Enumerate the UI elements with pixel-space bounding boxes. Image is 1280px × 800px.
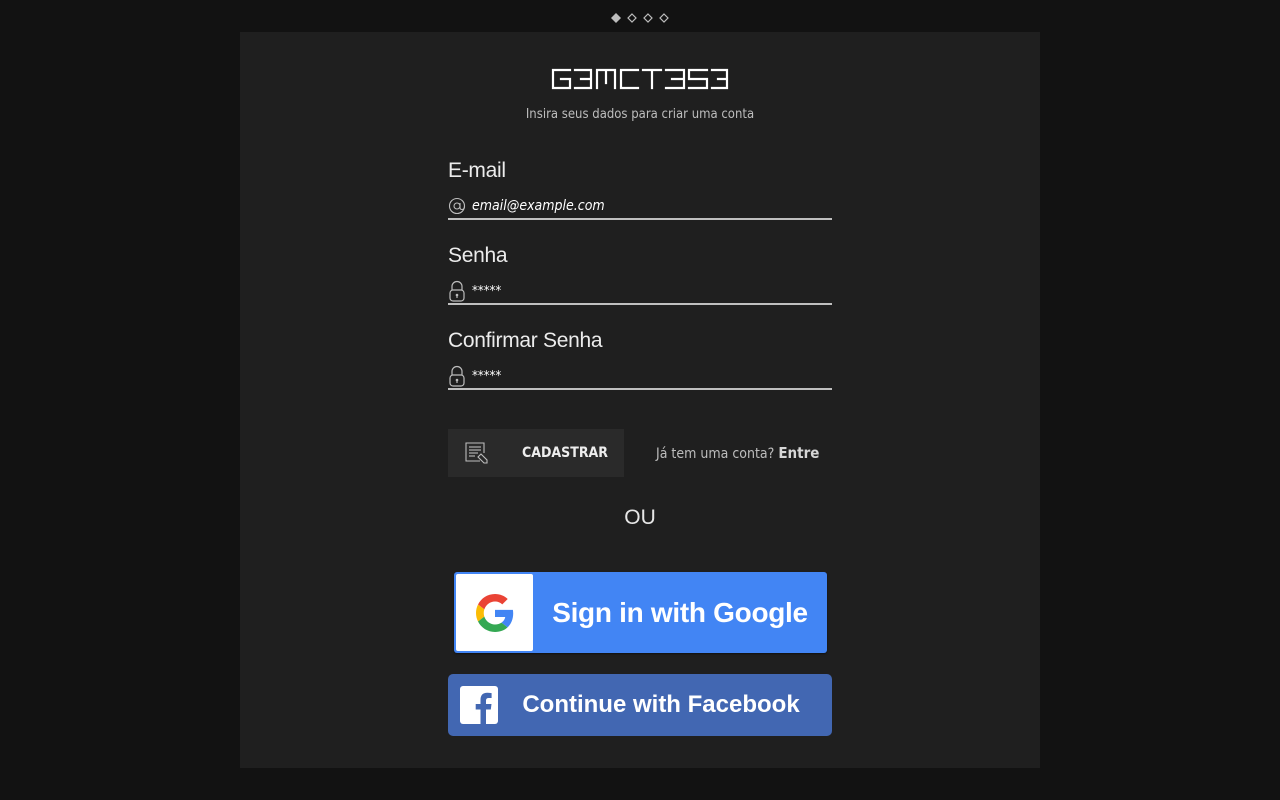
email-field-group: E-mail email@example.com (448, 156, 832, 220)
facebook-logo-icon (460, 686, 498, 724)
page-indicator (0, 12, 1280, 24)
brand-logo (240, 67, 1040, 91)
password-value: ***** (472, 283, 502, 299)
google-signin-label: Sign in with Google (552, 596, 808, 628)
lock-icon (448, 365, 466, 387)
facebook-continue-label: Continue with Facebook (522, 691, 800, 718)
confirm-password-value: ***** (472, 368, 502, 384)
register-button[interactable]: CADASTRAR (448, 429, 624, 477)
confirm-password-field-group: Confirmar Senha ***** (448, 326, 832, 390)
lock-icon (448, 280, 466, 302)
password-field-group: Senha ***** (448, 241, 832, 305)
page-subtitle: Insira seus dados para criar uma conta (525, 107, 755, 122)
email-field[interactable]: email@example.com (448, 194, 832, 220)
page-dot[interactable] (658, 12, 670, 24)
password-field[interactable]: ***** (448, 279, 832, 305)
password-label: Senha (448, 244, 508, 267)
page-dot-active[interactable] (610, 12, 622, 24)
document-edit-icon (465, 442, 488, 464)
confirm-password-field[interactable]: ***** (448, 364, 832, 390)
login-prompt: Já tem uma conta? Entre (656, 441, 819, 465)
email-value: email@example.com (472, 198, 605, 214)
login-link[interactable]: Entre (778, 444, 819, 462)
page-dot[interactable] (626, 12, 638, 24)
signup-card: Insira seus dados para criar uma conta E… (240, 32, 1040, 768)
at-icon (448, 195, 466, 217)
login-prompt-text: Já tem uma conta? (656, 446, 775, 462)
google-logo-icon (456, 574, 533, 651)
or-separator: OU (624, 506, 656, 529)
google-signin-button[interactable]: Sign in with Google (454, 572, 827, 653)
email-label: E-mail (448, 159, 506, 182)
confirm-password-label: Confirmar Senha (448, 329, 603, 352)
page-dot[interactable] (642, 12, 654, 24)
facebook-continue-button[interactable]: Continue with Facebook (448, 674, 832, 736)
register-label: CADASTRAR (521, 445, 608, 461)
